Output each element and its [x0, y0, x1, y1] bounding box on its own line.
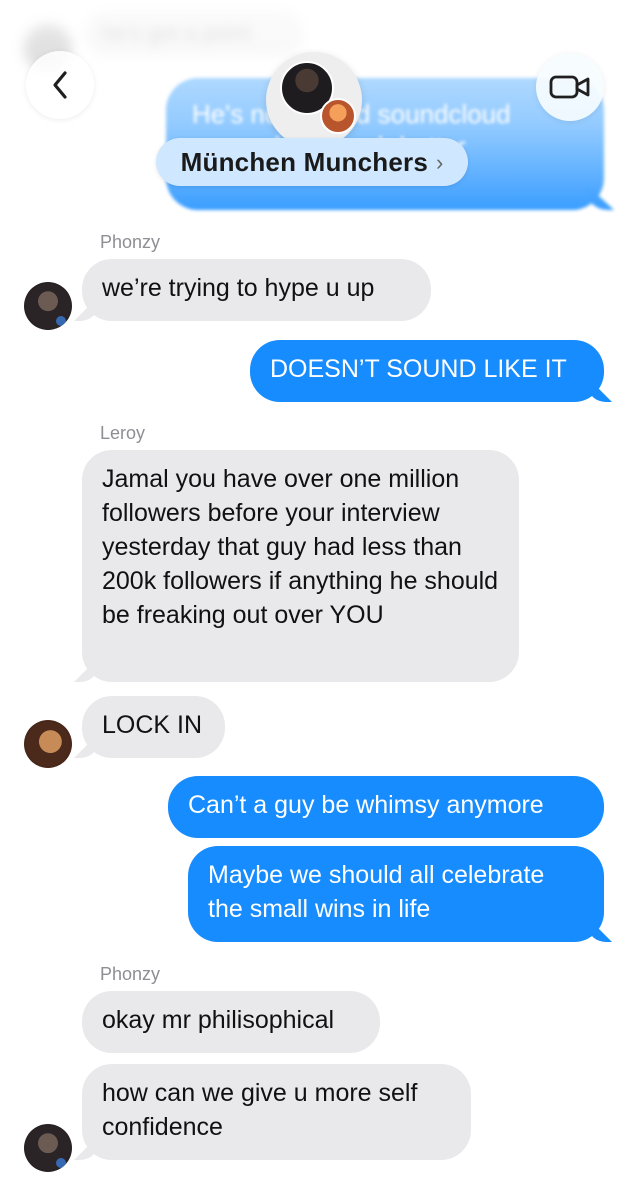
- incoming-message-bubble: he's got a point: [84, 10, 304, 56]
- group-photo[interactable]: [266, 52, 362, 148]
- outgoing-message-bubble: DOESN’T SOUND LIKE IT: [250, 340, 604, 402]
- avatar: [24, 720, 72, 768]
- avatar: [24, 1124, 72, 1172]
- incoming-message-bubble: we’re trying to hype u up: [82, 259, 431, 321]
- chevron-right-icon: ›: [436, 150, 444, 175]
- incoming-message-bubble: LOCK IN: [82, 696, 225, 758]
- group-name: München Munchers: [180, 146, 428, 177]
- sender-name: Phonzy: [100, 232, 161, 252]
- incoming-message-bubble: okay mr philisophical: [82, 991, 380, 1053]
- avatar: [24, 282, 72, 330]
- video-call-button[interactable]: [536, 53, 604, 121]
- sender-name: Leroy: [100, 423, 146, 443]
- chevron-left-icon: [53, 71, 67, 99]
- group-name-button[interactable]: München Munchers ›: [156, 138, 468, 186]
- outgoing-message-bubble: Can’t a guy be whimsy anymore: [168, 776, 604, 838]
- incoming-message-bubble: Jamal you have over one million follower…: [82, 450, 519, 682]
- outgoing-message-bubble: Maybe we should all celebrate the small …: [188, 846, 604, 942]
- back-button[interactable]: [26, 51, 94, 119]
- sender-name: Phonzy: [100, 964, 161, 984]
- video-camera-icon: [549, 75, 590, 99]
- incoming-message-bubble: how can we give u more self confidence: [82, 1064, 471, 1160]
- group-member-avatar: [320, 98, 356, 134]
